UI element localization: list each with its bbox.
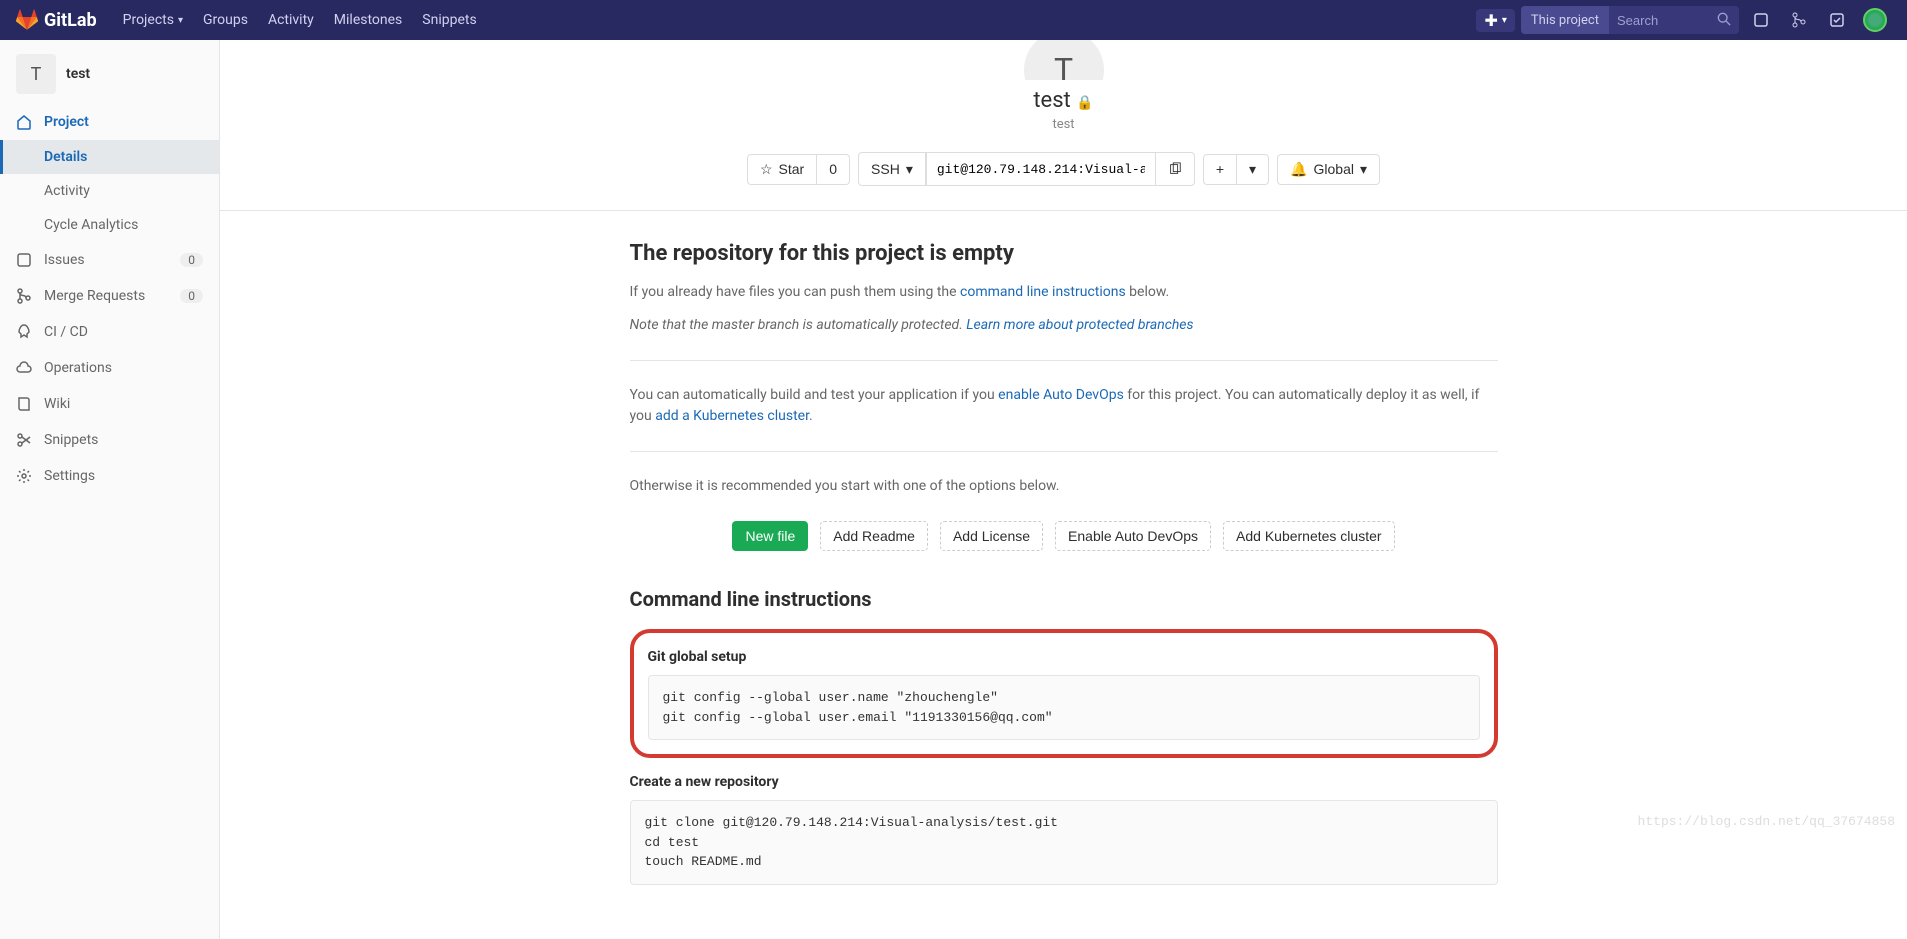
scissors-icon [16, 432, 32, 448]
issues-shortcut[interactable] [1745, 4, 1777, 36]
merge-icon [16, 288, 32, 304]
plus-icon: ✚ [1484, 11, 1497, 30]
add-license-button[interactable]: Add License [940, 521, 1043, 551]
create-repo-code[interactable]: git clone git@120.79.148.214:Visual-anal… [630, 800, 1498, 885]
main-content: T test 🔒 test ☆ Star 0 SSH ▾ + ▾ 🔔 Globa… [220, 40, 1907, 939]
sidebar-sub-details[interactable]: Details [0, 140, 219, 174]
nav-milestones[interactable]: Milestones [324, 0, 413, 40]
create-repo-title: Create a new repository [630, 774, 1498, 790]
empty-push-text: If you already have files you can push t… [630, 282, 1498, 303]
issues-icon [1753, 12, 1769, 28]
nav-groups[interactable]: Groups [193, 0, 258, 40]
sidebar-label: Issues [44, 252, 85, 268]
lock-icon: 🔒 [1076, 95, 1093, 111]
sidebar-label: Merge Requests [44, 288, 145, 304]
sidebar-label: CI / CD [44, 324, 88, 340]
project-title: test 🔒 [220, 88, 1907, 113]
project-hero: T test 🔒 test ☆ Star 0 SSH ▾ + ▾ 🔔 Globa… [220, 40, 1907, 211]
search-input[interactable] [1609, 6, 1709, 34]
home-icon [16, 114, 32, 130]
plus-dropdown[interactable]: + [1203, 154, 1237, 185]
cli-title: Command line instructions [630, 587, 1498, 611]
sidebar-item-cicd[interactable]: CI / CD [0, 314, 219, 350]
search-icon [1717, 12, 1731, 26]
rocket-icon [16, 324, 32, 340]
todos-shortcut[interactable] [1821, 4, 1853, 36]
empty-otherwise: Otherwise it is recommended you start wi… [630, 476, 1498, 497]
issues-count-badge: 0 [180, 253, 203, 267]
plus-dropdown-caret[interactable]: ▾ [1237, 154, 1269, 185]
brand-text: GitLab [44, 10, 97, 31]
sidebar-project-header[interactable]: T test [0, 44, 219, 104]
enable-devops-button[interactable]: Enable Auto DevOps [1055, 521, 1211, 551]
new-dropdown[interactable]: ✚▾ [1476, 9, 1514, 32]
divider [630, 451, 1498, 452]
sidebar-label: Settings [44, 468, 95, 484]
notification-dropdown[interactable]: 🔔 Global ▾ [1277, 154, 1380, 185]
merge-count-badge: 0 [180, 289, 203, 303]
nav-activity[interactable]: Activity [258, 0, 324, 40]
issues-icon [16, 252, 32, 268]
project-big-avatar: T [1024, 40, 1104, 80]
search-scope[interactable]: This project [1521, 6, 1609, 34]
sidebar-item-issues[interactable]: Issues 0 [0, 242, 219, 278]
empty-devops-text: You can automatically build and test you… [630, 385, 1498, 427]
avatar-icon [1863, 8, 1887, 32]
git-global-highlight: Git global setup git config --global use… [630, 629, 1498, 758]
sidebar-sub-activity[interactable]: Activity [0, 174, 219, 208]
sidebar-item-snippets[interactable]: Snippets [0, 422, 219, 458]
new-file-button[interactable]: New file [732, 521, 808, 551]
empty-protected-note: Note that the master branch is automatic… [630, 315, 1498, 336]
clone-protocol-dropdown[interactable]: SSH ▾ [858, 152, 926, 186]
empty-title: The repository for this project is empty [630, 241, 1498, 266]
search-wrap: This project [1521, 6, 1739, 34]
sidebar-item-operations[interactable]: Operations [0, 350, 219, 386]
todos-icon [1829, 12, 1845, 28]
copy-icon [1168, 162, 1182, 176]
merge-shortcut[interactable] [1783, 4, 1815, 36]
clone-url-input[interactable] [926, 152, 1156, 186]
project-avatar: T [16, 54, 56, 94]
merge-icon [1791, 12, 1807, 28]
add-k8s-link[interactable]: add a Kubernetes cluster [655, 408, 809, 424]
sidebar-label: Wiki [44, 396, 70, 412]
enable-devops-link[interactable]: enable Auto DevOps [998, 387, 1124, 403]
add-readme-button[interactable]: Add Readme [820, 521, 928, 551]
sidebar-item-wiki[interactable]: Wiki [0, 386, 219, 422]
user-menu[interactable] [1859, 4, 1891, 36]
divider [630, 360, 1498, 361]
watermark: https://blog.csdn.net/qq_37674858 [1638, 814, 1895, 829]
star-button[interactable]: ☆ Star [747, 154, 817, 185]
search-button[interactable] [1709, 12, 1739, 29]
gitlab-logo[interactable]: GitLab [16, 9, 97, 31]
sidebar-label: Operations [44, 360, 112, 376]
nav-snippets[interactable]: Snippets [412, 0, 486, 40]
project-name: test [66, 66, 90, 82]
sidebar-item-merge[interactable]: Merge Requests 0 [0, 278, 219, 314]
sidebar-item-project[interactable]: Project [0, 104, 219, 140]
sidebar-sub-cycle[interactable]: Cycle Analytics [0, 208, 219, 242]
sidebar-label: Snippets [44, 432, 98, 448]
protected-branches-link[interactable]: Learn more about protected branches [966, 317, 1193, 333]
cli-link[interactable]: command line instructions [960, 284, 1126, 300]
cloud-icon [16, 360, 32, 376]
copy-url-button[interactable] [1156, 152, 1195, 186]
chevron-down-icon: ▾ [178, 15, 183, 26]
git-global-title: Git global setup [648, 649, 1480, 665]
top-navbar: GitLab Projects▾ Groups Activity Milesto… [0, 0, 1907, 40]
project-subtitle: test [220, 117, 1907, 132]
add-k8s-button[interactable]: Add Kubernetes cluster [1223, 521, 1395, 551]
book-icon [16, 396, 32, 412]
nav-projects[interactable]: Projects▾ [113, 0, 193, 40]
sidebar-label: Project [44, 114, 89, 130]
sidebar: T test Project Details Activity Cycle An… [0, 40, 220, 939]
gear-icon [16, 468, 32, 484]
git-global-code[interactable]: git config --global user.name "zhoucheng… [648, 675, 1480, 740]
chevron-down-icon: ▾ [1502, 15, 1507, 26]
gitlab-icon [16, 9, 38, 31]
star-count[interactable]: 0 [817, 154, 850, 185]
sidebar-item-settings[interactable]: Settings [0, 458, 219, 494]
